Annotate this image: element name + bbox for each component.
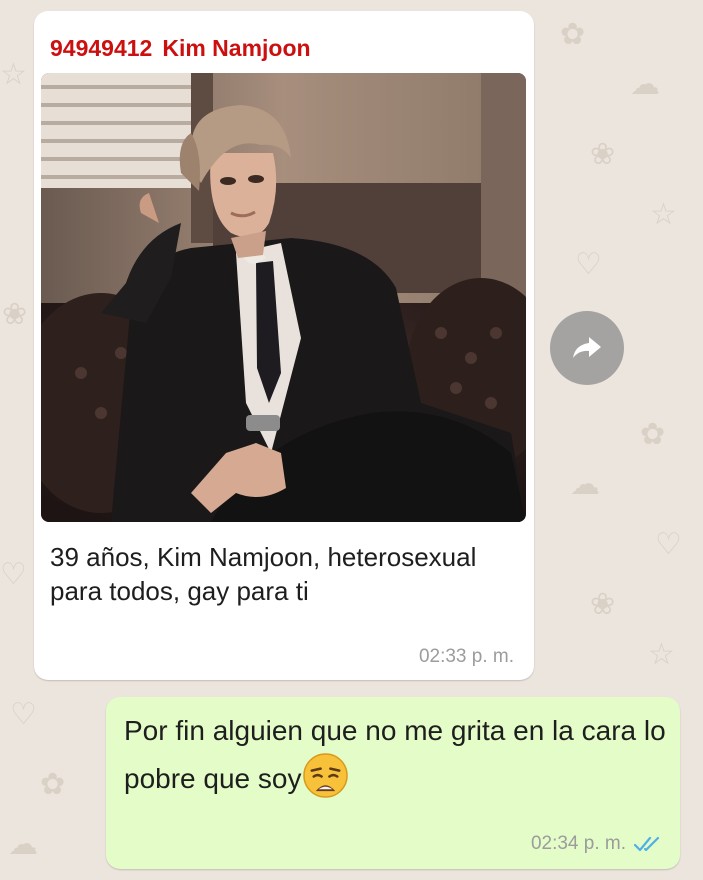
weary-face-emoji <box>303 752 349 798</box>
sender-header: 94949412 Kim Namjoon <box>50 35 311 62</box>
message-caption[interactable]: 39 años, Kim Namjoon, heterosexual para … <box>50 541 520 609</box>
outgoing-message-text-wrap: Por fin alguien que no me grita en la ca… <box>124 711 669 799</box>
incoming-message-bubble[interactable]: 94949412 Kim Namjoon 39 años, Kim Namjoo… <box>34 11 534 680</box>
outgoing-message-text[interactable]: Por fin alguien que no me grita en la ca… <box>124 715 666 794</box>
sender-name[interactable]: Kim Namjoon <box>162 35 310 61</box>
photo-image <box>41 73 526 522</box>
outgoing-message-bubble[interactable]: Por fin alguien que no me grita en la ca… <box>106 697 680 869</box>
message-timestamp: 02:33 p. m. <box>418 646 514 667</box>
outgoing-timestamp: 02:34 p. m. <box>530 833 626 854</box>
message-photo[interactable] <box>41 73 526 522</box>
sender-phone[interactable]: 94949412 <box>50 35 152 61</box>
forward-arrow-icon <box>573 337 601 358</box>
double-check-read-icon <box>634 836 660 852</box>
forward-button[interactable] <box>550 311 624 385</box>
outgoing-status: 02:34 p. m. <box>531 833 660 855</box>
